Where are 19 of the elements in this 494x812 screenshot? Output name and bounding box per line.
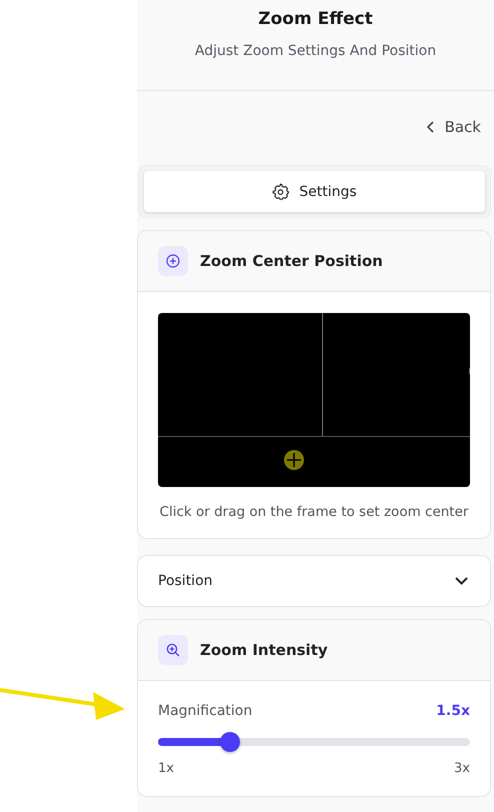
min-label: 1x bbox=[158, 761, 174, 776]
card-title: Zoom Intensity bbox=[200, 641, 328, 659]
slider-thumb[interactable] bbox=[220, 732, 240, 752]
max-label: 3x bbox=[454, 761, 470, 776]
magnification-label: Magnification bbox=[158, 703, 252, 719]
card-title: Zoom Center Position bbox=[200, 252, 383, 270]
zoom-in-icon bbox=[158, 635, 188, 665]
position-dropdown[interactable]: Position bbox=[137, 555, 491, 607]
chevron-left-icon bbox=[426, 121, 435, 133]
panel-title: Zoom Effect bbox=[258, 9, 373, 29]
back-button[interactable]: Back bbox=[426, 116, 481, 138]
magnification-slider[interactable] bbox=[158, 732, 470, 752]
gear-icon bbox=[272, 183, 290, 200]
chevron-down-icon bbox=[455, 577, 468, 585]
crosshair-marker[interactable] bbox=[284, 450, 304, 470]
panel-subtitle: Adjust Zoom Settings And Position bbox=[194, 43, 436, 59]
frame-caption: Click or drag on the frame to set zoom center bbox=[160, 504, 468, 520]
settings-tab[interactable]: Settings bbox=[144, 171, 485, 212]
magnification-value: 1.5x bbox=[436, 703, 470, 719]
